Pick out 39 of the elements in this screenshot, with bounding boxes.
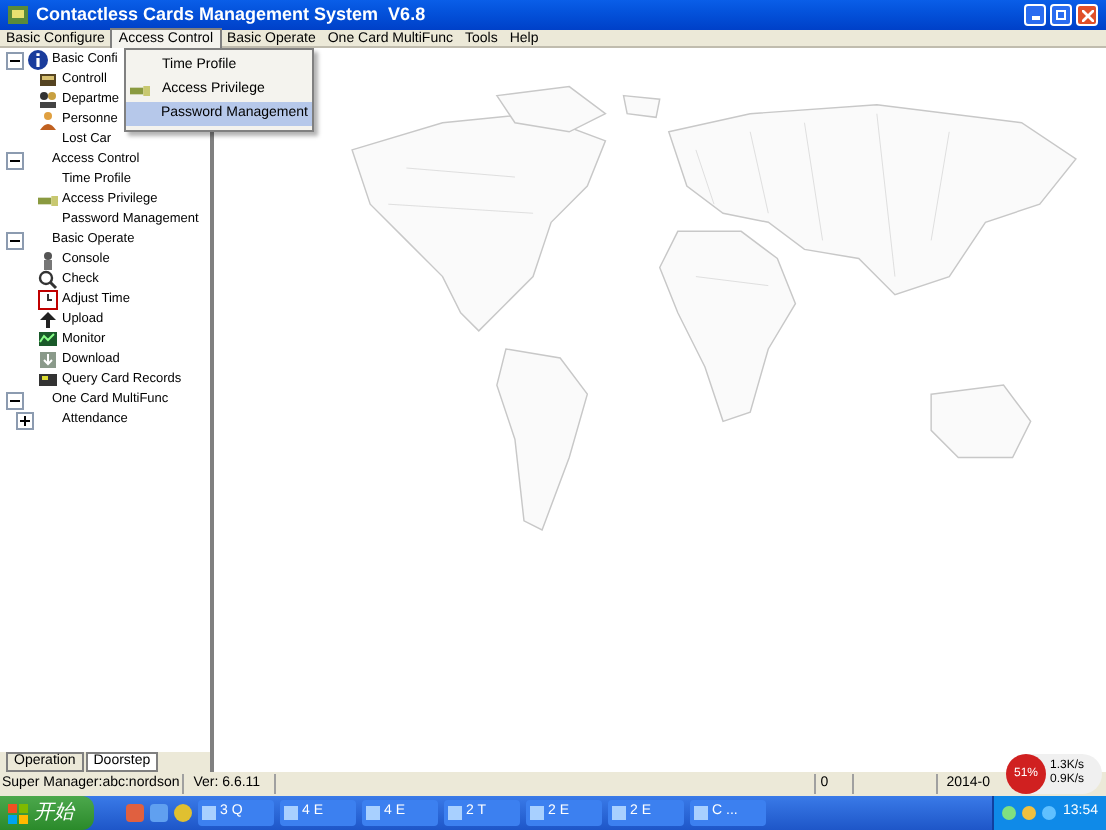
device-icon <box>38 70 58 90</box>
collapse-toggle[interactable] <box>6 231 24 249</box>
key-icon <box>38 193 58 207</box>
window-title: Contactless Cards Management System V6.8 <box>36 1 426 28</box>
minus-icon <box>10 55 20 65</box>
minimize-icon <box>1031 16 1039 20</box>
windows-logo-icon <box>8 803 28 823</box>
collapse-toggle[interactable] <box>6 51 24 69</box>
window-icon <box>284 806 298 820</box>
upload-icon <box>38 310 58 330</box>
restore-icon <box>1056 10 1066 20</box>
window-icon <box>612 806 626 820</box>
app-icon <box>8 6 28 24</box>
minus-icon <box>10 395 20 405</box>
person-icon <box>38 250 58 270</box>
minimize-button[interactable] <box>1024 4 1046 26</box>
plus-icon <box>20 415 30 425</box>
minus-icon <box>10 155 20 165</box>
window-icon <box>694 806 708 820</box>
magnifier-icon <box>38 270 58 290</box>
person-icon <box>38 110 58 130</box>
download-icon <box>38 350 58 370</box>
window-icon <box>202 806 216 820</box>
minus-icon <box>10 235 20 245</box>
collapse-toggle[interactable] <box>6 151 24 169</box>
restore-button[interactable] <box>1050 4 1072 26</box>
collapse-toggle[interactable] <box>6 391 24 409</box>
close-button[interactable] <box>1076 4 1098 26</box>
people-icon <box>38 90 58 110</box>
window-icon <box>366 806 380 820</box>
expand-toggle[interactable] <box>16 411 34 429</box>
key-icon <box>130 83 150 97</box>
monitor-icon <box>38 330 58 350</box>
start-button[interactable]: 开始 <box>0 796 94 830</box>
window-icon <box>530 806 544 820</box>
clock-icon <box>38 290 58 310</box>
window-icon <box>448 806 462 820</box>
card-icon <box>38 370 58 390</box>
close-icon <box>1081 9 1093 21</box>
